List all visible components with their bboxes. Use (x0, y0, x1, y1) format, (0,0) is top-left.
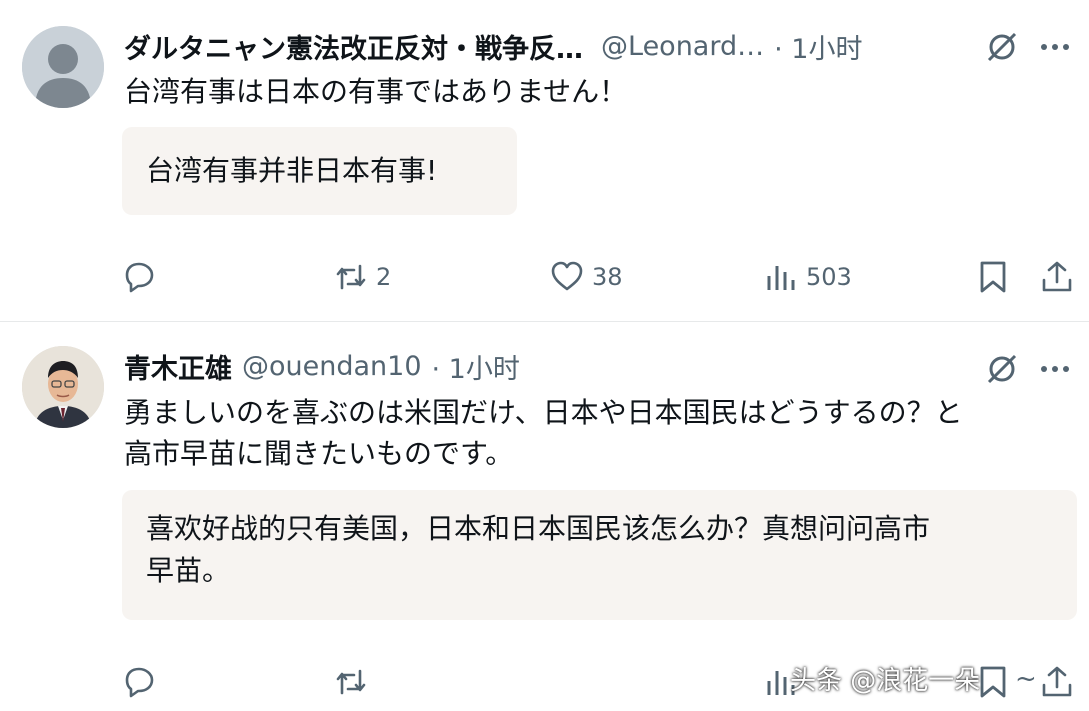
grok-icon[interactable] (985, 352, 1019, 386)
share-icon (1042, 666, 1072, 697)
reply-icon (125, 667, 154, 698)
post-text-line: 勇ましいのを喜ぶのは米国だけ、日本や日本国民はどうするの？と (124, 396, 963, 429)
repost-count: 2 (376, 263, 392, 291)
translation-text: 台湾有事并非日本有事! (146, 154, 438, 187)
translation-line: 早苗。 (146, 554, 231, 587)
repost-icon (336, 669, 366, 695)
share-button[interactable] (1040, 662, 1074, 702)
action-bar: 2 38 503 (0, 257, 1089, 297)
post-2[interactable]: 青木正雄 @ouendan10 · 1小时 勇ましいのを喜ぶのは米国だけ、日本や… (0, 322, 1089, 711)
post-time[interactable]: · 1小时 (432, 347, 520, 386)
repost-icon (336, 264, 366, 290)
like-icon (551, 261, 583, 291)
post-header: ダルタニャン憲法改正反対・戦争反… @Leonard… · 1小时 (124, 26, 862, 66)
repost-button[interactable] (334, 662, 368, 702)
post-header: 青木正雄 @ouendan10 · 1小时 (124, 346, 520, 386)
watermark-tail: ~ (1015, 664, 1037, 694)
avatar[interactable] (22, 346, 104, 428)
share-icon (1042, 261, 1072, 292)
user-handle[interactable]: @ouendan10 (242, 351, 422, 382)
bookmark-button[interactable] (976, 257, 1010, 297)
post-time[interactable]: · 1小时 (774, 27, 862, 66)
display-name[interactable]: ダルタニャン憲法改正反対・戦争反… (124, 27, 583, 66)
user-photo-avatar (22, 346, 104, 428)
views-button[interactable]: 503 (764, 257, 852, 297)
like-button[interactable]: 38 (550, 257, 623, 297)
grok-icon[interactable] (985, 30, 1019, 64)
default-avatar-icon (22, 26, 104, 108)
bookmark-button[interactable] (976, 662, 1010, 702)
source-watermark: 头条 @浪花一朵 (790, 666, 981, 696)
display-name[interactable]: 青木正雄 (124, 347, 232, 386)
translation-box: 台湾有事并非日本有事! (122, 127, 517, 215)
repost-button[interactable]: 2 (334, 257, 391, 297)
like-count: 38 (592, 263, 623, 291)
bookmark-icon (980, 261, 1006, 293)
reply-button[interactable] (122, 662, 156, 702)
bookmark-icon (980, 666, 1006, 698)
post-1[interactable]: ダルタニャン憲法改正反対・戦争反… @Leonard… · 1小时 台湾有事は日… (0, 0, 1089, 322)
share-button[interactable] (1040, 257, 1074, 297)
translation-line: 喜欢好战的只有美国，日本和日本国民该怎么办？真想问问高市 (146, 512, 931, 545)
reply-icon (125, 262, 154, 293)
avatar[interactable] (22, 26, 104, 108)
more-icon[interactable] (1035, 30, 1075, 64)
translation-box: 喜欢好战的只有美国，日本和日本国民该怎么办？真想问问高市 早苗。 (122, 490, 1077, 620)
post-text: 台湾有事は日本の有事ではありません！ (124, 75, 628, 108)
more-icon[interactable] (1035, 352, 1075, 386)
reply-button[interactable] (122, 257, 156, 297)
post-text-line: 高市早苗に聞きたいものです。 (124, 437, 514, 470)
user-handle[interactable]: @Leonard… (601, 31, 764, 62)
post-text: 勇ましいのを喜ぶのは米国だけ、日本や日本国民はどうするの？と 高市早苗に聞きたい… (124, 392, 1074, 474)
view-count: 503 (806, 263, 852, 291)
views-icon (767, 266, 795, 290)
